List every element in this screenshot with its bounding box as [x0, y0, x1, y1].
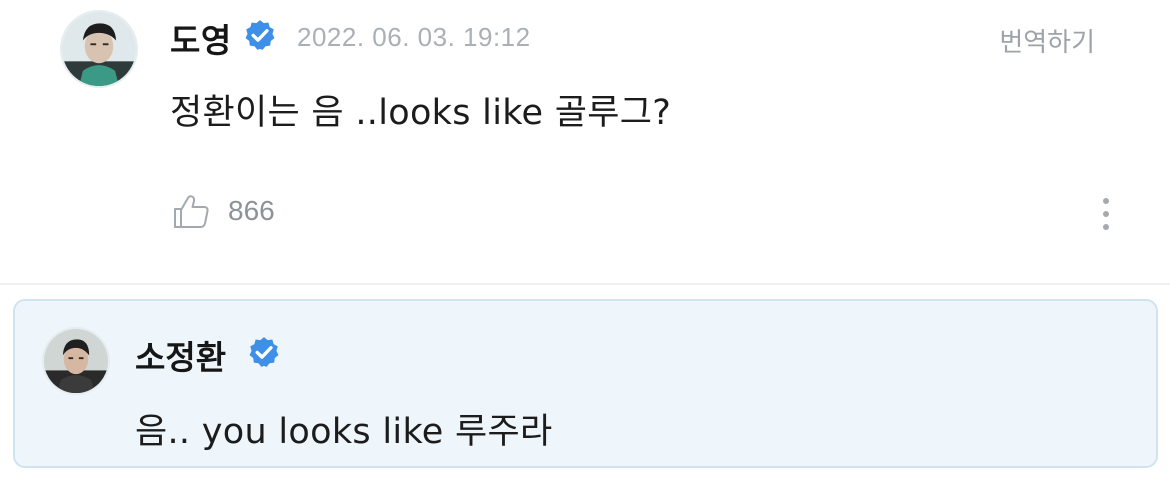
like-count: 866	[228, 195, 275, 226]
verified-badge-icon	[245, 20, 275, 50]
reply-author-avatar[interactable]	[42, 327, 110, 395]
verified-badge-icon	[249, 337, 279, 367]
more-vertical-icon[interactable]	[1092, 194, 1120, 236]
author-avatar[interactable]	[60, 10, 138, 88]
divider	[0, 283, 1170, 285]
translate-button[interactable]: 번역하기	[999, 22, 1095, 59]
reply-text: 음.. you looks like 루주라	[135, 412, 553, 452]
comment-text: 정환이는 음 ..looks like 골루그?	[170, 93, 672, 133]
comment-timestamp: 2022. 06. 03. 19:12	[297, 22, 531, 52]
reply: 소정환 음.. you looks like 루주라	[13, 299, 1158, 468]
comment-author[interactable]: 도영	[170, 14, 232, 62]
thumbs-up-icon[interactable]	[172, 192, 212, 232]
comment: 도영 2022. 06. 03. 19:12 번역하기 정환이는 음 ..loo…	[0, 0, 1170, 284]
reply-author[interactable]: 소정환	[135, 331, 226, 379]
